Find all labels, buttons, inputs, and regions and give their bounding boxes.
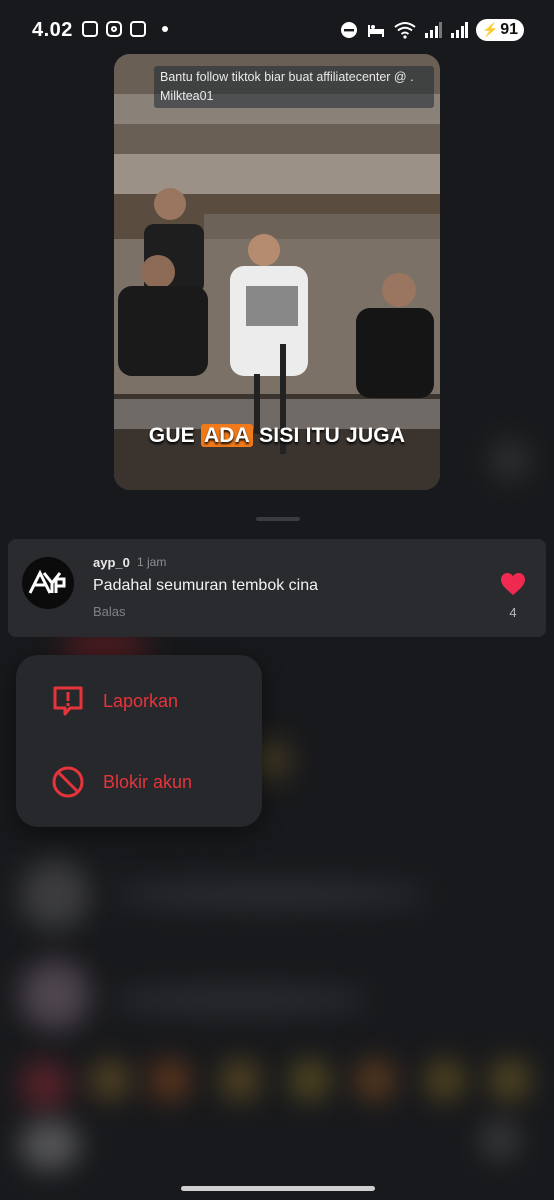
app-notification-icon [130, 21, 146, 37]
reply-button[interactable]: Balas [93, 604, 126, 619]
do-not-disturb-icon [341, 22, 358, 38]
subtitle-part-2: SISI ITU JUGA [253, 424, 406, 447]
signal-icon-1 [425, 22, 443, 38]
charging-icon: ⚡ [482, 22, 499, 37]
like-count: 4 [509, 605, 517, 620]
more-notifications-dot [162, 26, 168, 32]
report-label: Laporkan [103, 690, 179, 711]
ayp-logo-icon [28, 569, 66, 594]
video-subtitle: GUE ADA SISI ITU JUGA [114, 424, 440, 448]
comment-timestamp: 1 jam [137, 555, 167, 569]
comment-text: Padahal seumuran tembok cina [93, 577, 319, 594]
video-caption: Bantu follow tiktok biar buat affiliatec… [154, 66, 434, 108]
comment-card[interactable]: ayp_0 1 jam Padahal seumuran tembok cina… [8, 539, 546, 637]
video-preview[interactable]: Bantu follow tiktok biar buat affiliatec… [114, 54, 440, 490]
battery-indicator: ⚡ 91 [476, 19, 524, 41]
system-icons: ⚡ 91 [340, 19, 524, 41]
status-bar: 4.02 ⚡ 91 [0, 0, 554, 60]
notification-icons [82, 21, 168, 37]
home-indicator[interactable] [181, 1186, 375, 1191]
battery-level: 91 [500, 21, 518, 38]
comment-options-menu: Laporkan Blokir akun [16, 655, 262, 827]
screenshot-icon [82, 21, 98, 37]
report-icon [53, 686, 83, 716]
bed-icon [368, 25, 385, 37]
report-menu-item[interactable]: Laporkan [16, 671, 262, 731]
block-account-label: Blokir akun [103, 771, 193, 792]
wifi-icon [394, 22, 416, 39]
signal-icon-2 [451, 22, 469, 38]
screen: 4.02 ⚡ 91 Bantu follow tiktok biar buat … [0, 0, 554, 1200]
subtitle-highlight: ADA [200, 424, 254, 447]
block-account-menu-item[interactable]: Blokir akun [16, 752, 262, 812]
heart-icon[interactable] [500, 572, 526, 596]
block-icon [52, 766, 84, 798]
avatar[interactable] [22, 557, 74, 609]
subtitle-part-1: GUE [148, 424, 201, 447]
instagram-icon [106, 21, 122, 37]
comment-username[interactable]: ayp_0 [93, 555, 130, 570]
status-time: 4.02 [32, 19, 73, 41]
sheet-drag-handle[interactable] [256, 517, 300, 521]
